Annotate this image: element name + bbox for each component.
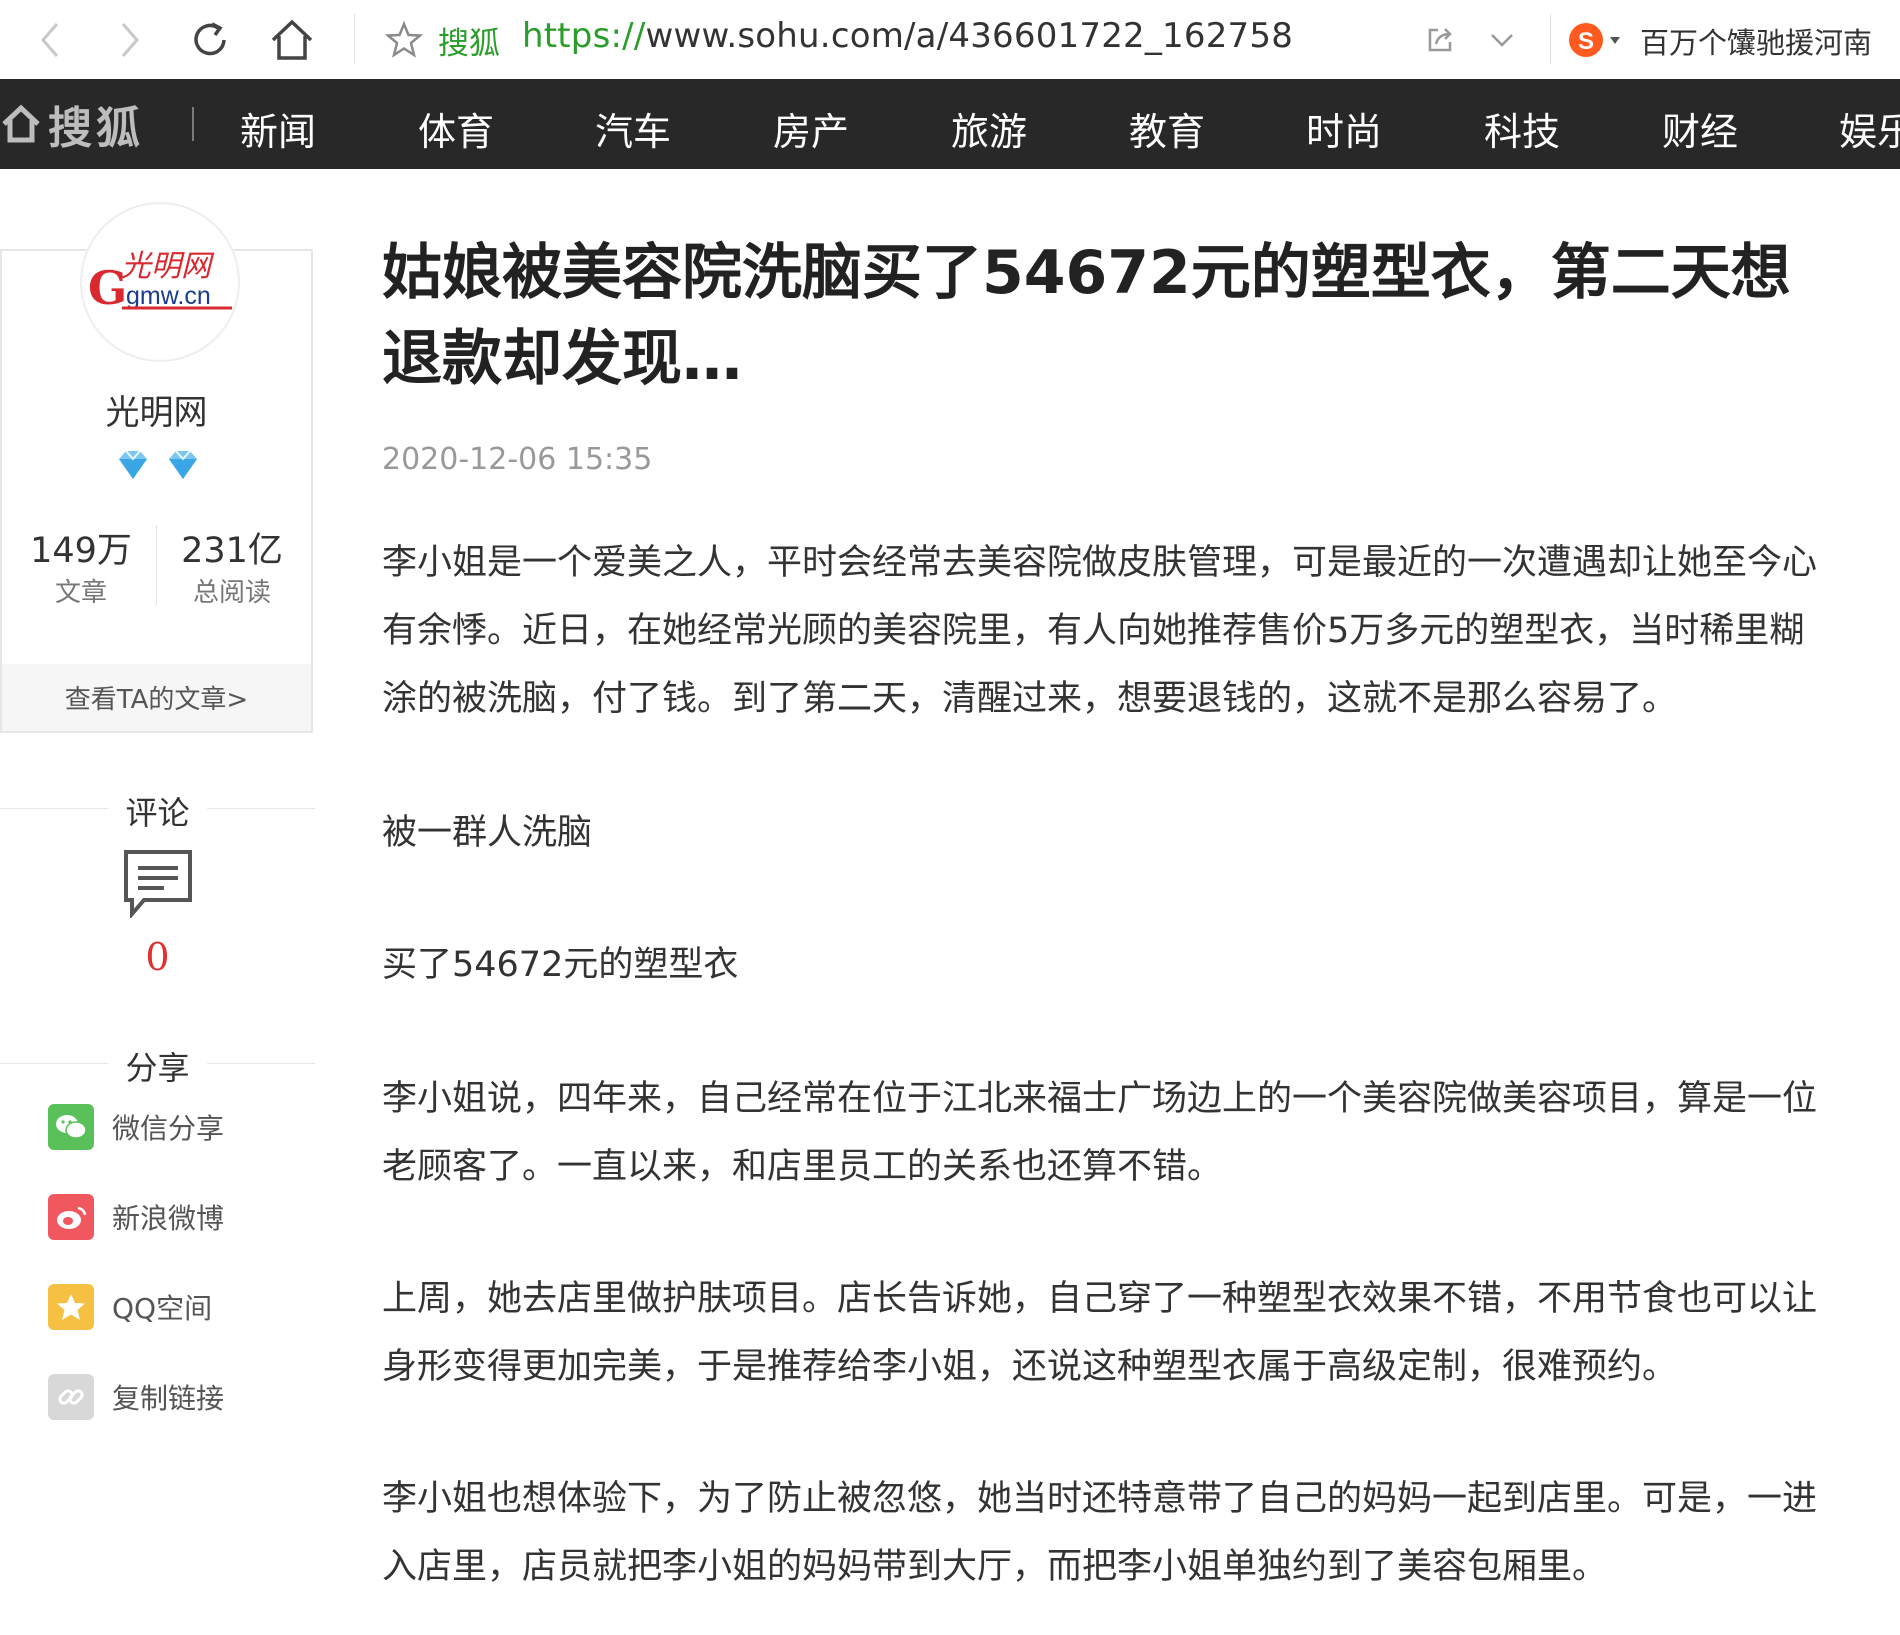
stat-articles-value: 149万 (30, 531, 132, 571)
stat-articles-label: 文章 (54, 578, 107, 608)
site-nav-bar: 搜狐 新闻 体育 汽车 房产 旅游 教育 时尚 科技 财经 娱乐 (0, 79, 1900, 169)
reload-icon (194, 22, 226, 56)
forward-button[interactable] (102, 12, 158, 68)
stat-reads-value: 231亿 (181, 531, 283, 571)
author-badges (112, 445, 207, 485)
author-name[interactable]: 光明网 (0, 385, 313, 434)
nav-item-news[interactable]: 新闻 (240, 101, 316, 156)
url-scheme: https:// (522, 16, 646, 56)
publish-time: 2020-12-06 15:35 (382, 442, 653, 477)
article-subheading: 买了54672元的塑型衣 (382, 945, 739, 985)
address-dropdown-button[interactable] (1474, 12, 1530, 68)
view-author-articles-link[interactable]: 查看TA的文章> (2, 664, 311, 731)
address-site-label: 搜狐 (438, 26, 500, 62)
toolbar-divider (1550, 14, 1551, 64)
star-icon (385, 21, 423, 58)
comment-count[interactable]: 0 (0, 935, 315, 979)
share-wechat-button[interactable]: 微信分享 (48, 1103, 224, 1151)
share-qzone-label: QQ空间 (112, 1292, 213, 1325)
comments-section-header: 评论 (0, 788, 315, 832)
address-bar[interactable]: https://www.sohu.com/a/436601722_162758 (522, 16, 1293, 56)
home-outline-icon (2, 104, 40, 143)
article-paragraph: 李小姐说，四年来，自己经常在位于江北来福士广场边上的一个美容院做美容项目，算是一… (382, 1079, 1818, 1187)
share-weibo-button[interactable]: 新浪微博 (48, 1193, 224, 1241)
avatar-logo-line1: 光明网 (121, 249, 215, 284)
home-icon (271, 19, 313, 60)
article-paragraph: 李小姐也想体验下，为了防止被忽悠，她当时还特意带了自己的妈妈一起到店里。可是，一… (382, 1479, 1818, 1587)
weibo-icon (48, 1194, 94, 1240)
share-title: 分享 (125, 1049, 190, 1087)
comment-button[interactable] (122, 848, 194, 920)
url-text: www.sohu.com/a/436601722_162758 (645, 16, 1294, 56)
chevron-right-icon (121, 23, 139, 57)
back-button[interactable] (22, 12, 78, 68)
share-out-icon (1428, 28, 1452, 52)
gmw-logo-icon: 光明网 G gmw.cn (88, 249, 232, 315)
search-engine-selector[interactable]: S (1566, 18, 1626, 62)
svg-text:S: S (1578, 28, 1594, 55)
article-subheading: 被一群人洗脑 (382, 813, 593, 853)
share-wechat-label: 微信分享 (112, 1112, 225, 1145)
reload-button[interactable] (182, 12, 238, 68)
chevron-left-icon (41, 23, 59, 57)
nav-item-entertainment[interactable]: 娱乐 (1839, 101, 1900, 156)
share-weibo-label: 新浪微博 (112, 1202, 225, 1235)
comments-title: 评论 (125, 794, 190, 832)
copy-link-label: 复制链接 (112, 1382, 225, 1415)
comment-icon (124, 850, 192, 920)
nav-item-tech[interactable]: 科技 (1484, 101, 1560, 156)
nav-item-finance[interactable]: 财经 (1662, 101, 1738, 156)
qzone-icon (48, 1284, 94, 1330)
nav-divider (192, 107, 194, 141)
nav-item-auto[interactable]: 汽车 (595, 101, 671, 156)
diamond-badge-icon (119, 450, 197, 479)
article-paragraph: 上周，她去店里做护肤项目。店长告诉她，自己穿了一种塑型衣效果不错，不用节食也可以… (382, 1279, 1818, 1387)
chevron-down-icon (1491, 34, 1513, 47)
nav-item-travel[interactable]: 旅游 (951, 101, 1027, 156)
share-section-header: 分享 (0, 1043, 315, 1087)
nav-item-sports[interactable]: 体育 (418, 101, 494, 156)
home-button[interactable] (264, 12, 320, 68)
share-qzone-button[interactable]: QQ空间 (48, 1283, 212, 1331)
copy-link-button[interactable]: 复制链接 (48, 1373, 224, 1421)
browser-toolbar: 搜狐 https://www.sohu.com/a/436601722_1627… (0, 0, 1900, 80)
logo-text: 搜狐 (48, 103, 144, 154)
toolbar-divider (354, 14, 355, 64)
nav-item-fashion[interactable]: 时尚 (1306, 101, 1382, 156)
search-box[interactable]: 百万个馕驰援河南 (1640, 20, 1872, 62)
article-paragraph: 李小姐是一个爱美之人，平时会经常去美容院做皮肤管理，可是最近的一次遭遇却让她至今… (382, 543, 1818, 719)
svg-text:G: G (88, 261, 127, 315)
sogou-icon: S (1569, 23, 1620, 57)
stat-reads-label: 总阅读 (192, 578, 271, 608)
nav-item-education[interactable]: 教育 (1129, 101, 1205, 156)
author-avatar[interactable]: 光明网 G gmw.cn (80, 202, 240, 362)
wechat-icon (48, 1104, 94, 1150)
article-title: 姑娘被美容院洗脑买了54672元的塑型衣，第二天想退款却发现… (382, 238, 1791, 394)
share-page-button[interactable] (1412, 12, 1468, 68)
link-icon (48, 1374, 94, 1420)
nav-item-realestate[interactable]: 房产 (773, 101, 849, 156)
avatar-logo-line2: gmw.cn (126, 282, 211, 310)
bookmark-star-button[interactable] (376, 12, 432, 68)
site-logo[interactable]: 搜狐 (0, 79, 144, 169)
